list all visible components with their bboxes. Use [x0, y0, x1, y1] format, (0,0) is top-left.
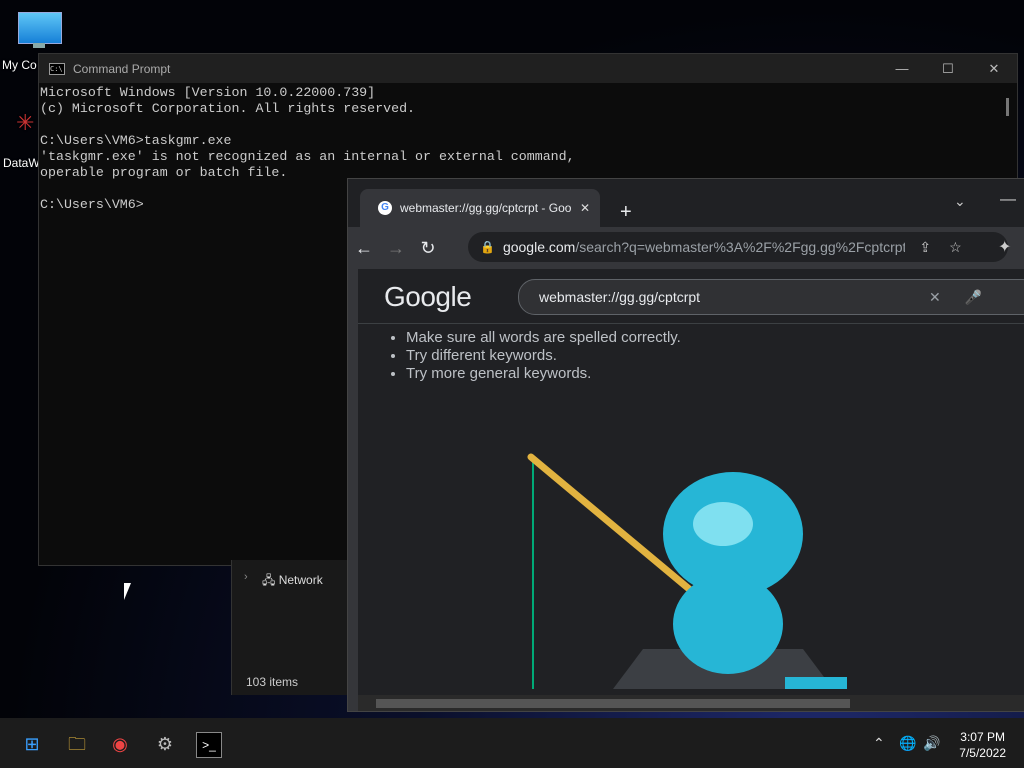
tip-item: Make sure all words are spelled correctl… — [406, 329, 681, 347]
this-pc-icon[interactable] — [18, 12, 62, 44]
minimize-button[interactable]: — — [879, 61, 925, 77]
datawrapper-icon[interactable]: ✳ — [16, 110, 34, 136]
cmd-scrollbar[interactable] — [1006, 98, 1009, 116]
horizontal-scrollbar[interactable] — [358, 695, 1024, 711]
tip-item: Try different keywords. — [406, 347, 681, 365]
google-results-page: Google webmaster://gg.gg/cptcrpt ✕ 🎤 Mak… — [358, 269, 1024, 695]
lock-icon[interactable]: 🔒 — [480, 240, 495, 254]
datawrapper-label[interactable]: DataW — [3, 156, 40, 170]
share-icon[interactable]: ⇪ — [919, 239, 931, 256]
url-host: google.com — [502, 239, 576, 255]
search-input[interactable]: webmaster://gg.gg/cptcrpt ✕ 🎤 — [518, 279, 1024, 315]
toolbar: ← → ↻ 🔒 google.com /search?q=webmaster%3… — [348, 227, 1024, 269]
taskbar: ⊞ 🗀 ◉ ⚙ >_ ⌃ 🌐 🔊 3:07 PM 7/5/2022 — [0, 718, 1024, 768]
url-path: /search?q=webmaster%3A%2F%2Fgg.gg%2Fcptc… — [575, 239, 906, 255]
scroll-thumb[interactable] — [376, 699, 850, 708]
tip-item: Try more general keywords. — [406, 365, 681, 383]
bookmark-star-icon[interactable]: ☆ — [949, 239, 962, 256]
network-icon: 🖧 — [262, 573, 279, 587]
maximize-button[interactable]: ☐ — [925, 61, 971, 77]
volume-icon[interactable]: 🔊 — [923, 735, 940, 752]
chrome-window[interactable]: G webmaster://gg.gg/cptcrpt - Goo ✕ + ⌄ … — [347, 178, 1024, 712]
google-favicon-icon: G — [378, 201, 392, 215]
fishing-monster-illustration — [527, 453, 847, 689]
terminal-icon[interactable]: >_ — [196, 732, 222, 758]
clock-date: 7/5/2022 — [959, 746, 1006, 760]
extensions-icon[interactable]: ✦ — [998, 237, 1011, 257]
system-clock[interactable]: 3:07 PM 7/5/2022 — [959, 729, 1006, 761]
network-label: Network — [278, 573, 323, 587]
file-explorer-fragment[interactable]: › 🖧 Network 103 items — [231, 560, 352, 695]
google-logo[interactable]: Google — [384, 281, 472, 313]
settings-gear-icon[interactable]: ⚙ — [153, 732, 177, 756]
forward-button[interactable]: → — [380, 238, 412, 259]
cmd-titlebar[interactable]: C:\ Command Prompt — ☐ ✕ — [39, 54, 1017, 83]
suggestions-list: Make sure all words are spelled correctl… — [388, 329, 681, 383]
new-tab-button[interactable]: + — [620, 201, 632, 224]
search-query: webmaster://gg.gg/cptcrpt — [539, 289, 701, 305]
chrome-minimize-button[interactable]: — — [1000, 191, 1016, 209]
this-pc-label[interactable]: My Co — [2, 58, 37, 72]
clear-icon[interactable]: ✕ — [929, 289, 941, 306]
tab-close-icon[interactable]: ✕ — [580, 201, 590, 215]
header-divider — [358, 323, 1024, 324]
tab-title: webmaster://gg.gg/cptcrpt - Goo — [400, 201, 572, 215]
chevron-up-icon[interactable]: ⌃ — [873, 735, 885, 752]
start-windows-icon[interactable]: ⊞ — [20, 732, 44, 756]
item-count: 103 items — [246, 675, 299, 689]
tab-strip: G webmaster://gg.gg/cptcrpt - Goo ✕ + ⌄ … — [348, 179, 1024, 227]
monitor-stand — [33, 43, 45, 48]
tab-search-dropdown-icon[interactable]: ⌄ — [954, 193, 966, 210]
tab-search[interactable]: G webmaster://gg.gg/cptcrpt - Goo ✕ — [360, 189, 600, 227]
clock-time: 3:07 PM — [960, 730, 1005, 744]
chevron-right-icon[interactable]: › — [244, 571, 248, 583]
address-bar[interactable]: 🔒 google.com /search?q=webmaster%3A%2F%2… — [468, 232, 1008, 262]
file-explorer-icon[interactable]: 🗀 — [65, 732, 89, 756]
globe-icon[interactable]: 🌐 — [899, 735, 916, 752]
reload-button[interactable]: ↻ — [412, 238, 444, 259]
back-button[interactable]: ← — [348, 238, 380, 259]
cmd-title: Command Prompt — [73, 61, 171, 76]
cmd-app-icon: C:\ — [49, 62, 65, 75]
mouse-cursor — [124, 583, 136, 600]
microphone-icon[interactable]: 🎤 — [965, 289, 982, 306]
close-button[interactable]: ✕ — [971, 61, 1017, 77]
nav-network[interactable]: 🖧 Network — [262, 571, 323, 592]
chrome-icon[interactable]: ◉ — [108, 732, 132, 756]
